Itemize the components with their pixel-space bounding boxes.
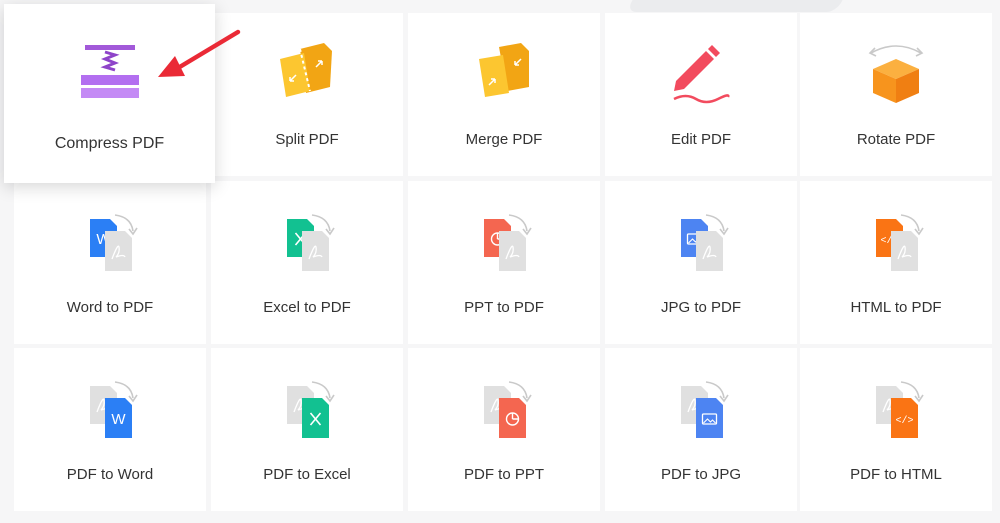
tool-card-pdf-to-ppt[interactable]: PDF to PPT <box>408 348 600 511</box>
tool-label: PDF to Excel <box>263 466 351 483</box>
tool-label: Rotate PDF <box>856 131 936 148</box>
split-icon <box>272 41 342 111</box>
tool-card-rotate-pdf[interactable]: Rotate PDF <box>800 13 992 176</box>
tool-card-jpg-to-pdf[interactable]: JPG to PDF <box>605 181 797 344</box>
tool-card-merge-pdf[interactable]: Merge PDF <box>408 13 600 176</box>
tool-card-compress-pdf[interactable]: Compress PDF <box>4 4 215 183</box>
svg-text:</>: </> <box>895 415 913 427</box>
merge-icon <box>469 41 539 111</box>
pdf-to-ppt-icon <box>469 376 539 446</box>
word-to-pdf-icon: W <box>75 209 145 279</box>
tool-label: Word to PDF <box>66 299 154 316</box>
pdf-to-jpg-icon <box>666 376 736 446</box>
tool-label: Merge PDF <box>465 131 543 148</box>
pdf-to-excel-icon <box>272 376 342 446</box>
tool-label: Edit PDF <box>670 131 731 148</box>
tool-card-split-pdf[interactable]: Split PDF <box>211 13 403 176</box>
ppt-to-pdf-icon <box>469 209 539 279</box>
tool-label: PDF to JPG <box>660 466 742 483</box>
tool-label: HTML to PDF <box>850 299 942 316</box>
tools-grid: Compress PDF Split PDF Merge PDF Edit PD… <box>4 4 992 511</box>
tool-label: Excel to PDF <box>263 299 351 316</box>
tool-label: PPT to PDF <box>464 299 544 316</box>
compress-icon <box>72 41 148 117</box>
tool-card-word-to-pdf[interactable]: W Word to PDF <box>14 181 206 344</box>
tool-card-pdf-to-excel[interactable]: PDF to Excel <box>211 348 403 511</box>
tool-label: JPG to PDF <box>660 299 742 316</box>
tool-card-html-to-pdf[interactable]: </> HTML to PDF <box>800 181 992 344</box>
background-shape <box>626 0 864 12</box>
rotate-icon <box>861 41 931 111</box>
tool-label: Split PDF <box>275 131 339 148</box>
tool-label: Compress PDF <box>54 135 165 152</box>
jpg-to-pdf-icon <box>666 209 736 279</box>
tool-card-pdf-to-html[interactable]: </> PDF to HTML <box>800 348 992 511</box>
tool-card-excel-to-pdf[interactable]: Excel to PDF <box>211 181 403 344</box>
html-to-pdf-icon: </> <box>861 209 931 279</box>
tool-card-edit-pdf[interactable]: Edit PDF <box>605 13 797 176</box>
tool-card-pdf-to-jpg[interactable]: PDF to JPG <box>605 348 797 511</box>
tool-label: PDF to Word <box>66 466 154 483</box>
excel-to-pdf-icon <box>272 209 342 279</box>
pdf-to-html-icon: </> <box>861 376 931 446</box>
tool-label: PDF to PPT <box>463 466 545 483</box>
pdf-to-word-icon: W <box>75 376 145 446</box>
tool-card-pdf-to-word[interactable]: W PDF to Word <box>14 348 206 511</box>
edit-icon <box>666 41 736 111</box>
tool-label: PDF to HTML <box>850 466 942 483</box>
svg-text:W: W <box>111 411 126 428</box>
tool-card-ppt-to-pdf[interactable]: PPT to PDF <box>408 181 600 344</box>
